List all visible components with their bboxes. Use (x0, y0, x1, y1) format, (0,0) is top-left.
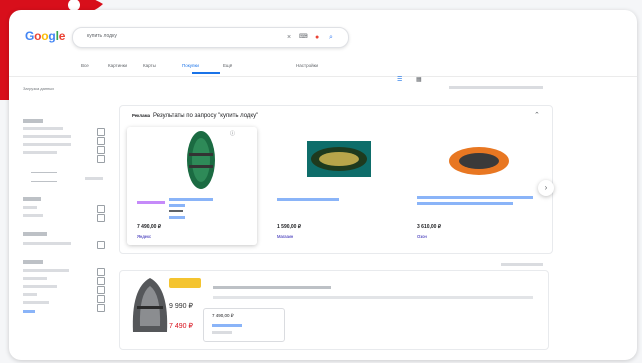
active-tab-indicator (192, 72, 220, 74)
product-card[interactable]: 1 590,00 ₽ Магазин (271, 127, 401, 245)
filter-option[interactable] (23, 206, 37, 209)
filter-checkbox[interactable] (97, 146, 105, 154)
promo-old-price: 9 990 ₽ (169, 303, 193, 310)
filter-checkbox[interactable] (97, 128, 105, 136)
tab-more[interactable]: Ещё (223, 63, 232, 68)
filters-sidebar: Загрузка данных (23, 86, 109, 326)
price-max-input[interactable] (31, 175, 57, 182)
filter-option[interactable] (23, 293, 37, 296)
product-price: 3 610,00 ₽ (417, 224, 442, 230)
colour-swatch-label (137, 201, 165, 204)
filter-option[interactable] (23, 135, 71, 138)
collapse-icon[interactable]: ⌃ (534, 111, 540, 119)
product-seller[interactable]: Озон (417, 234, 427, 239)
product-seller[interactable]: Магазин (277, 234, 293, 239)
filter-option[interactable] (23, 269, 69, 272)
promo-new-price: 7 490 ₽ (169, 323, 193, 330)
tab-maps[interactable]: Карты (143, 63, 156, 68)
price-apply-button[interactable] (85, 177, 103, 180)
info-icon[interactable]: ⓘ (230, 130, 235, 137)
ad-headline[interactable] (213, 286, 331, 289)
filter-checkbox[interactable] (97, 137, 105, 145)
header-divider (9, 76, 637, 77)
tab-settings[interactable]: Настройки (296, 63, 318, 68)
search-icon[interactable]: ⌕ (329, 32, 333, 43)
filter-option[interactable] (23, 143, 71, 146)
tab-shopping[interactable]: Покупки (182, 63, 199, 68)
ad-price-box[interactable]: 7 490,00 ₽ (203, 308, 285, 342)
filter-checkbox[interactable] (97, 214, 105, 222)
panel-heading-text: Результаты по запросу "купить лодку" (152, 113, 259, 119)
promo-image: 9 990 ₽ 7 490 ₽ (129, 276, 207, 344)
filter-section-price (23, 119, 43, 123)
ad-box-price: 7 490,00 ₽ (212, 313, 234, 318)
keyboard-icon[interactable]: ⌨ (299, 32, 308, 43)
product-title[interactable] (417, 202, 513, 205)
ad-box-detail (212, 331, 232, 334)
filter-option[interactable] (23, 151, 57, 154)
product-price: 7 490,00 ₽ (137, 224, 162, 230)
orange-boat-image (449, 147, 509, 175)
filter-section-type (23, 197, 41, 201)
list-view-icon[interactable]: ☰ (397, 76, 402, 84)
sidebar-note: Загрузка данных (23, 86, 55, 91)
product-card[interactable]: ⓘ 7 490,00 ₽ Яндекс (127, 127, 257, 245)
tab-images[interactable]: Картинки (108, 63, 127, 68)
filter-checkbox[interactable] (97, 205, 105, 213)
filter-checkbox[interactable] (97, 304, 105, 312)
panel-heading: Реклама Результаты по запросу "купить лод… (132, 113, 258, 119)
promo-badge (169, 278, 201, 288)
product-price: 1 590,00 ₽ (277, 224, 302, 230)
filter-checkbox[interactable] (97, 277, 105, 285)
product-title[interactable] (277, 198, 339, 201)
filter-option[interactable] (23, 127, 63, 130)
inflatable-boat-image (307, 141, 371, 177)
filter-checkbox[interactable] (97, 241, 105, 249)
clear-icon[interactable]: × (287, 32, 291, 43)
product-title[interactable] (417, 196, 533, 199)
tabs-bar: Все Картинки Карты Покупки Ещё Настройки (81, 63, 371, 73)
price-min-input[interactable] (31, 166, 57, 173)
filter-option[interactable] (23, 285, 57, 288)
next-arrow-button[interactable]: › (538, 180, 554, 196)
filter-option[interactable] (23, 214, 43, 217)
ad-description (213, 296, 533, 299)
filter-section-delivery (23, 232, 47, 236)
filter-checkbox[interactable] (97, 155, 105, 163)
filter-checkbox[interactable] (97, 268, 105, 276)
filter-option[interactable] (23, 301, 49, 304)
grey-boat-image (132, 278, 168, 332)
green-boat-image (187, 131, 215, 189)
filter-option[interactable] (23, 277, 47, 280)
grid-view-icon[interactable]: ▦ (416, 76, 422, 84)
filter-option[interactable] (23, 242, 71, 245)
why-these-ads-link[interactable] (501, 263, 543, 266)
product-detail (169, 210, 183, 212)
product-title[interactable] (169, 198, 213, 201)
search-bar[interactable]: купить лодку × ⌨ ● ⌕ (72, 27, 349, 48)
filter-section-sellers (23, 260, 43, 264)
ads-label: Реклама (132, 113, 150, 118)
google-logo[interactable]: Google (25, 29, 65, 43)
product-title[interactable] (169, 204, 185, 207)
product-seller[interactable]: Яндекс (137, 234, 151, 239)
browser-frame: Google купить лодку × ⌨ ● ⌕ Все Картинки… (9, 10, 637, 360)
show-more-link[interactable] (23, 310, 35, 313)
mic-icon[interactable]: ● (315, 32, 319, 43)
tab-all[interactable]: Все (81, 63, 89, 68)
filter-checkbox[interactable] (97, 295, 105, 303)
ad-box-link[interactable] (212, 324, 242, 327)
search-input[interactable]: купить лодку (87, 33, 117, 39)
product-link[interactable] (169, 216, 185, 219)
filter-checkbox[interactable] (97, 286, 105, 294)
product-card[interactable]: 3 610,00 ₽ Озон (411, 127, 541, 245)
sort-dropdown[interactable] (449, 86, 543, 89)
